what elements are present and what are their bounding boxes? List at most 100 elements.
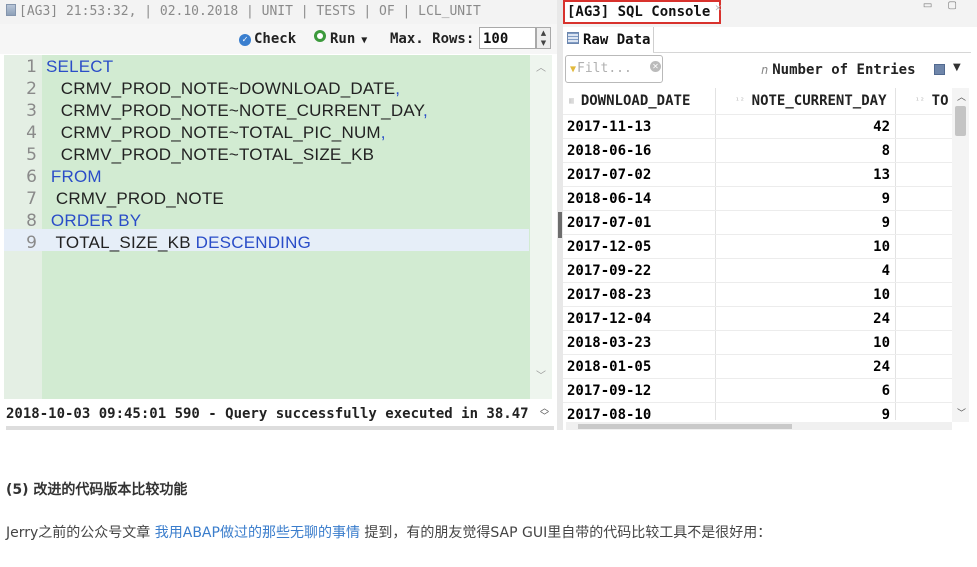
- note-current-day-cell: 9: [881, 407, 890, 420]
- editor-vertical-scrollbar[interactable]: ︿ ﹀: [530, 55, 552, 399]
- table-row[interactable]: 2017-11-13 42: [563, 114, 952, 139]
- note-current-day-cell: 9: [881, 191, 890, 207]
- code-text: CRMV_PROD_NOTE~NOTE_CURRENT_DAY,: [46, 100, 428, 122]
- sql-token: DESCENDING: [195, 233, 312, 252]
- download-date-cell: 2018-06-16: [567, 143, 652, 159]
- sql-token: ,: [422, 101, 428, 120]
- check-label: Check: [254, 31, 297, 47]
- download-date-cell: 2017-08-10: [567, 407, 652, 420]
- number-of-entries-button[interactable]: n Number of Entries: [761, 58, 916, 82]
- grid-vertical-scrollbar[interactable]: ︿ ﹀: [952, 88, 969, 422]
- note-current-day-cell: 42: [873, 119, 890, 135]
- scroll-thumb[interactable]: [955, 106, 966, 136]
- table-row[interactable]: 2017-09-22 4: [563, 258, 952, 283]
- table-row[interactable]: 2018-06-16 8: [563, 138, 952, 163]
- sql-console-tab[interactable]: [AG3] SQL Console ✕: [563, 0, 722, 24]
- entries-icon: n: [761, 63, 769, 77]
- table-row[interactable]: 2017-09-12 6: [563, 378, 952, 403]
- table-row[interactable]: 2017-08-23 10: [563, 282, 952, 307]
- column-type-icon: ¹²: [735, 96, 745, 105]
- download-date-cell: 2017-08-23: [567, 287, 652, 303]
- paragraph-text: 提到，有的朋友觉得SAP GUI里自带的代码比较工具不是很好用：: [359, 525, 772, 541]
- paragraph-text: Jerry之前的公众号文章: [6, 525, 155, 541]
- sql-identifier: CRMV_PROD_NOTE~TOTAL_PIC_NUM: [46, 123, 381, 142]
- column-header[interactable]: ▥ DOWNLOAD_DATE: [569, 88, 690, 114]
- sql-editor[interactable]: 1 SELECT 2 CRMV_PROD_NOTE~DOWNLOAD_DATE, 3 …: [4, 55, 552, 399]
- note-current-day-cell: 10: [873, 239, 890, 255]
- scroll-thumb[interactable]: [578, 424, 792, 429]
- line-number: 4: [26, 123, 37, 143]
- note-current-day-cell: 10: [873, 287, 890, 303]
- sql-keyword: FROM: [46, 167, 102, 186]
- note-current-day-cell: 9: [881, 215, 890, 231]
- note-current-day-cell: 6: [881, 383, 890, 399]
- max-rows-spinner[interactable]: ▲ ▼: [536, 27, 551, 49]
- filter-input[interactable]: ▼Filt...: [565, 55, 663, 83]
- table-row[interactable]: 2017-12-05 10: [563, 234, 952, 259]
- max-rows-input[interactable]: 100: [479, 27, 536, 49]
- download-date-cell: 2017-12-05: [567, 239, 652, 255]
- max-rows-label: Max. Rows:: [390, 31, 475, 47]
- line-number: 2: [26, 79, 37, 99]
- grid-horizontal-scrollbar[interactable]: [566, 422, 952, 430]
- check-button[interactable]: ✓ Check: [239, 29, 296, 49]
- editor-toolbar: ✓ Check Run ▼ Max. Rows:: [0, 24, 557, 54]
- scroll-up-icon[interactable]: ︿: [536, 59, 546, 74]
- column-header[interactable]: ¹² NOTE_CURRENT_DAY: [735, 88, 887, 114]
- raw-data-tab[interactable]: Raw Data: [563, 27, 654, 53]
- table-row[interactable]: 2018-01-05 24: [563, 354, 952, 379]
- entries-label: Number of Entries: [772, 62, 916, 78]
- menu-caret-icon[interactable]: ▼: [953, 62, 961, 73]
- note-current-day-cell: 8: [881, 143, 890, 159]
- download-date-cell: 2017-09-22: [567, 263, 652, 279]
- download-date-cell: 2018-03-23: [567, 335, 652, 351]
- note-current-day-cell: 4: [881, 263, 890, 279]
- code-text: TOTAL_SIZE_KB DESCENDING: [46, 232, 311, 254]
- save-icon[interactable]: [934, 64, 945, 75]
- table-row[interactable]: 2018-06-14 9: [563, 186, 952, 211]
- code-text: CRMV_PROD_NOTE~TOTAL_SIZE_KB: [46, 144, 374, 166]
- table-row[interactable]: 2018-03-23 10: [563, 330, 952, 355]
- run-label: Run: [330, 31, 356, 47]
- status-spinner[interactable]: ︿ ﹀: [540, 405, 549, 422]
- scroll-down-icon[interactable]: ﹀: [957, 406, 966, 419]
- sql-token: ,: [380, 123, 386, 142]
- editor-tab-title: [AG3] 21:53:32, | 02.10.2018 | UNIT | TE…: [19, 4, 481, 19]
- close-icon[interactable]: ✕: [715, 0, 722, 18]
- run-dropdown-icon[interactable]: ▼: [361, 35, 367, 46]
- table-row[interactable]: 2017-07-02 13: [563, 162, 952, 187]
- section-heading: (5) 改进的代码版本比较功能: [6, 482, 188, 498]
- scroll-up-icon[interactable]: ︿: [957, 90, 966, 103]
- sql-console-tab-title: [AG3] SQL Console: [567, 4, 711, 20]
- table-row[interactable]: 2017-07-01 9: [563, 210, 952, 235]
- scroll-down-icon[interactable]: ﹀: [536, 367, 546, 382]
- status-scrollbar[interactable]: [6, 426, 554, 430]
- table-row[interactable]: 2017-08-10 9: [563, 402, 952, 420]
- column-header[interactable]: ¹² TO: [915, 88, 949, 114]
- window-controls[interactable]: ▭ ▢: [923, 0, 963, 11]
- sql-keyword: SELECT: [46, 57, 114, 76]
- filter-placeholder: Filt...: [577, 61, 632, 76]
- tab-icon: [6, 4, 16, 16]
- sql-identifier: CRMV_PROD_NOTE: [46, 189, 224, 208]
- code-text: CRMV_PROD_NOTE: [46, 188, 224, 210]
- clear-filter-icon[interactable]: ✕: [650, 61, 661, 72]
- raw-data-tab-label: Raw Data: [583, 32, 651, 48]
- download-date-cell: 2017-07-02: [567, 167, 652, 183]
- note-current-day-cell: 24: [873, 311, 890, 327]
- line-number: 5: [26, 145, 37, 165]
- note-current-day-cell: 10: [873, 335, 890, 351]
- article-link[interactable]: 我用ABAP做过的那些无聊的事情: [155, 525, 360, 541]
- filter-icon: ▼: [570, 64, 577, 75]
- download-date-cell: 2017-12-04: [567, 311, 652, 327]
- editor-tab[interactable]: [AG3] 21:53:32, | 02.10.2018 | UNIT | TE…: [0, 0, 557, 25]
- console-tabbar: [AG3] SQL Console ✕ ▭ ▢: [563, 0, 977, 27]
- run-button[interactable]: Run ▼: [314, 29, 367, 49]
- code-text: SELECT: [46, 56, 113, 78]
- divider: [653, 52, 971, 53]
- paragraph: Jerry之前的公众号文章 我用ABAP做过的那些无聊的事情 提到，有的朋友觉得…: [6, 522, 771, 542]
- table-row[interactable]: 2017-12-04 24: [563, 306, 952, 331]
- code-text: ORDER BY: [46, 210, 141, 232]
- code-text: CRMV_PROD_NOTE~TOTAL_PIC_NUM,: [46, 122, 386, 144]
- splitter-grip[interactable]: [558, 212, 562, 238]
